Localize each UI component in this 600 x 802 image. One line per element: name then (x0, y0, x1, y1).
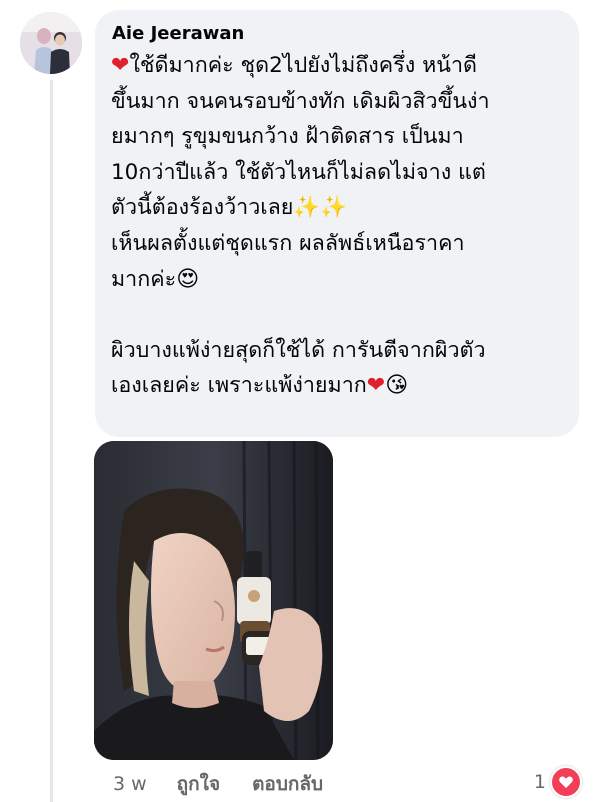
like-button[interactable]: ถูกใจ (177, 769, 220, 799)
reaction-summary[interactable]: 1 (533, 766, 582, 798)
comment-line: มากค่ะ (111, 266, 177, 292)
comment-bubble: Aie Jeerawan ❤ใช้ดีมากค่ะ ชุด2ไปยังไม่ถึ… (95, 10, 579, 437)
reply-button[interactable]: ตอบกลับ (252, 769, 323, 799)
heart-eyes-emoji-icon: 😍 (176, 266, 200, 292)
comment-line: ตัวนี้ต้องร้องว้าวเลย (111, 195, 294, 221)
heart-emoji-icon: ❤ (366, 373, 386, 399)
heart-reaction-icon (550, 766, 582, 798)
heart-icon (559, 776, 573, 788)
comment-line: เห็นผลตั้งแต่ชุดแรก ผลลัพธ์เหนือราคา (111, 230, 465, 256)
comment-line: 10กว่าปีแล้ว ใช้ตัวไหนก็ไม่ลดไม่จาง แต่ (111, 159, 486, 185)
timestamp[interactable]: 3 w (113, 773, 147, 795)
comment-line: ยมากๆ รูขุมขนกว้าง ฝ้าติดสาร เป็นมา (111, 124, 464, 150)
reaction-count: 1 (533, 771, 546, 793)
comment-line: เองเลยค่ะ เพราะแพ้ง่ายมาก (111, 373, 367, 399)
comment-line: ขึ้นมาก จนคนรอบข้างทัก เดิมผิวสิวขึ้นง่า (111, 88, 490, 114)
kiss-emoji-icon: 😘 (385, 373, 409, 399)
comment-text: ❤ใช้ดีมากค่ะ ชุด2ไปยังไม่ถึงครึ่ง หน้าดี… (111, 48, 563, 404)
comment-author[interactable]: Aie Jeerawan (112, 22, 563, 46)
selfie-image (94, 441, 333, 760)
heart-emoji-icon: ❤ (111, 53, 130, 78)
comment-line: ใช้ดีมากค่ะ ชุด2ไปยังไม่ถึงครึ่ง หน้าดี (129, 53, 477, 78)
sparkles-emoji-icon: ✨✨ (293, 195, 347, 221)
avatar-photo (20, 12, 82, 74)
comment-photo[interactable] (94, 441, 333, 760)
thread-line (50, 80, 53, 802)
comment-actions: 3 w ถูกใจ ตอบกลับ (113, 770, 323, 798)
comment-line: ผิวบางแพ้ง่ายสุดก็ใช้ได้ การันตีจากผิวตั… (111, 337, 486, 363)
avatar[interactable] (20, 12, 82, 74)
